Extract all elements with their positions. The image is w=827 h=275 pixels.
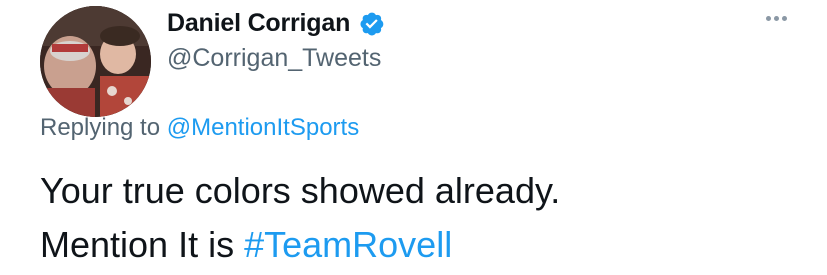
reply-mention-link[interactable]: @MentionItSports: [167, 114, 359, 141]
author-display-name[interactable]: Daniel Corrigan: [167, 9, 350, 38]
reply-context: Replying to @MentionItSports: [40, 114, 359, 142]
tweet-card: Daniel Corrigan @Corrigan_Tweets Replyin…: [0, 0, 827, 275]
profile-photo: [40, 6, 151, 117]
author-handle[interactable]: @Corrigan_Tweets: [167, 44, 381, 73]
reply-prefix: Replying to: [40, 114, 161, 141]
more-horizontal-icon-dot: [774, 15, 779, 21]
avatar[interactable]: [40, 6, 151, 117]
hashtag-link[interactable]: #TeamRovell: [244, 224, 452, 265]
tweet-text-line-1: Your true colors showed already.: [40, 170, 561, 211]
more-horizontal-icon: [766, 15, 771, 21]
tweet-text: Your true colors showed already. Mention…: [40, 164, 560, 272]
tweet-text-line-2: Mention It is #TeamRovell: [40, 218, 560, 272]
more-options-button[interactable]: [766, 8, 787, 28]
verified-badge-icon: [360, 12, 384, 35]
more-horizontal-icon-dot: [782, 15, 787, 21]
tweet-text-line-2-plain: Mention It is: [40, 224, 235, 265]
author-name-row: Daniel Corrigan: [167, 5, 385, 41]
